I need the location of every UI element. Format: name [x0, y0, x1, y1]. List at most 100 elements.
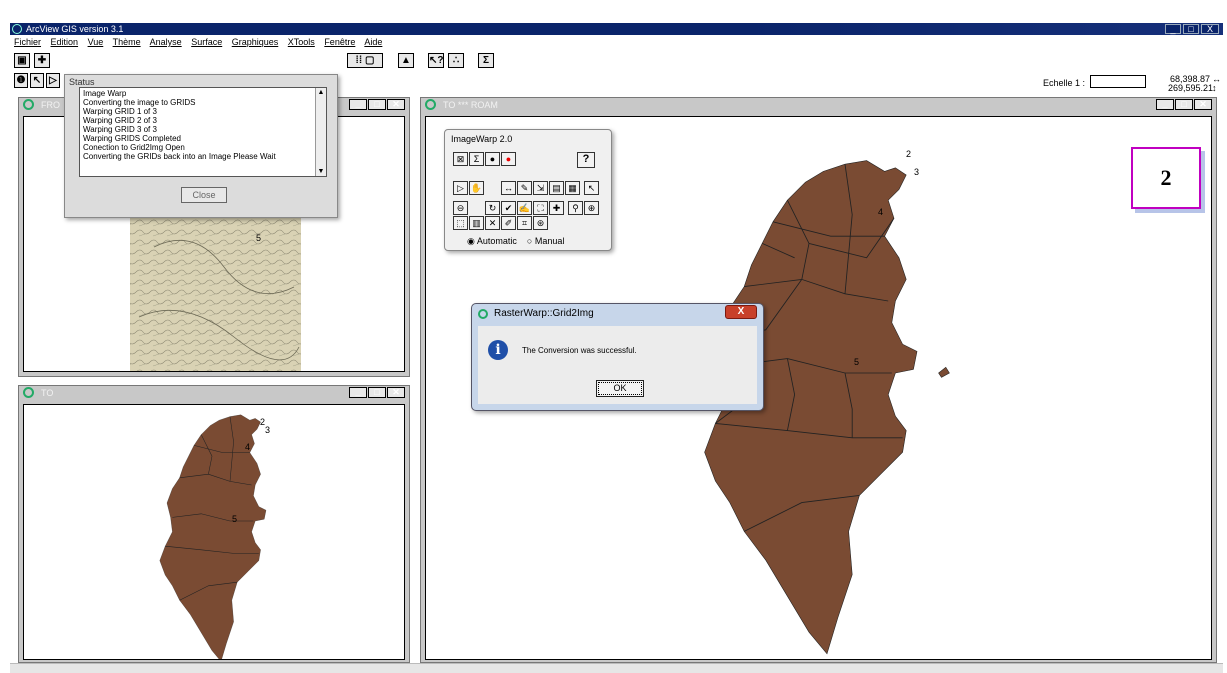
close-button[interactable]: ✕: [387, 99, 405, 110]
query-help-icon[interactable]: ↖?: [428, 53, 444, 68]
shrink-icon[interactable]: ⌗: [517, 216, 532, 230]
status-line: Image Warp: [83, 89, 127, 98]
minimize-button[interactable]: _: [349, 99, 367, 110]
status-line: Conection to Grid2Img Open: [83, 143, 185, 152]
maximize-button[interactable]: □: [368, 99, 386, 110]
menu-edition[interactable]: Edition: [51, 37, 79, 47]
menu-fichier[interactable]: Fichier: [14, 37, 41, 47]
maximize-button[interactable]: □: [1175, 99, 1193, 110]
expand-icon[interactable]: ⛶: [533, 201, 548, 215]
status-bar: [10, 663, 1223, 673]
status-log[interactable]: Image Warp Converting the image to GRIDS…: [79, 87, 327, 177]
menu-xtools[interactable]: XTools: [288, 37, 315, 47]
map-point-label-5: 5: [256, 233, 261, 243]
edit-icon[interactable]: ✍: [517, 201, 532, 215]
target-icon[interactable]: ⊛: [533, 216, 548, 230]
warp-image-icon[interactable]: ⊠: [453, 152, 468, 166]
status-scrollbar[interactable]: ▲ ▼: [315, 88, 326, 176]
check-icon[interactable]: ✔: [501, 201, 516, 215]
close-button[interactable]: X: [1201, 24, 1219, 34]
view-magnifier-icon: [23, 387, 34, 398]
app-title-bar: ArcView GIS version 3.1 _ □ X: [10, 23, 1223, 35]
close-button[interactable]: ✕: [1194, 99, 1212, 110]
minimize-button[interactable]: _: [349, 387, 367, 398]
tunisia-map: 2 3 4 5: [159, 414, 270, 662]
identify-icon[interactable]: ⚲: [568, 201, 584, 215]
save-icon[interactable]: ▣: [14, 53, 30, 68]
add-theme-icon[interactable]: ✚: [34, 53, 50, 68]
menu-fenetre[interactable]: Fenêtre: [324, 37, 355, 47]
maximize-button[interactable]: □: [1183, 24, 1199, 34]
zoom-icon[interactable]: ⊖: [453, 201, 468, 215]
message-box: RasterWarp::Grid2Img X i The Conversion …: [471, 303, 764, 411]
zoom-extent-icon[interactable]: ⁞⁞ ▢: [347, 53, 383, 68]
list-icon[interactable]: ▥: [469, 216, 484, 230]
menu-theme[interactable]: Thème: [113, 37, 141, 47]
step-badge: 2: [1131, 147, 1201, 209]
maximize-button[interactable]: □: [368, 387, 386, 398]
info-icon[interactable]: ❶: [14, 73, 28, 88]
minimize-button[interactable]: _: [1156, 99, 1174, 110]
view-magnifier-icon: [425, 99, 436, 110]
scale-input[interactable]: [1090, 75, 1146, 88]
automatic-radio[interactable]: ◉ Automatic: [467, 236, 517, 247]
coord-y: 269,595.21: [1168, 83, 1214, 93]
magnifier-icon: [478, 309, 488, 319]
imagewarp-toolbox: ImageWarp 2.0 ⊠ Σ ● ● ? ▷ ✋ ↔ ✎ ⇲ ▤ ▦ ↖⊖ ↻ ✔ ✍ ⛶ ✚ ⚲ ⊕⬚…: [444, 129, 612, 251]
close-status-button[interactable]: Close: [181, 187, 227, 203]
ok-button[interactable]: OK: [596, 380, 644, 397]
scatter-icon[interactable]: ∴: [448, 53, 464, 68]
panel-icon[interactable]: ▤: [549, 181, 564, 195]
status-line: Warping GRID 1 of 3: [83, 107, 157, 116]
manual-radio[interactable]: ○ Manual: [527, 236, 564, 247]
pan-icon[interactable]: ✋: [469, 181, 484, 195]
menu-bar: Fichier Edition Vue Thème Analyse Surfac…: [14, 36, 1214, 49]
menu-aide[interactable]: Aide: [364, 37, 382, 47]
record-icon[interactable]: ●: [501, 152, 516, 166]
view-title-bar: TO _ □ ✕: [19, 386, 409, 400]
view-map-area[interactable]: 2 3 4 5: [23, 404, 405, 662]
automatic-label: Automatic: [476, 236, 517, 246]
sum-icon[interactable]: Σ: [478, 53, 494, 68]
traffic-light-icon[interactable]: ●: [485, 152, 500, 166]
pointer-icon[interactable]: ↖: [30, 73, 44, 88]
vertex-icon[interactable]: ▷: [46, 73, 60, 88]
link-icon[interactable]: ⇲: [533, 181, 548, 195]
status-dialog: Status Image Warp Converting the image t…: [64, 74, 338, 218]
menu-surface[interactable]: Surface: [191, 37, 222, 47]
help-button[interactable]: ?: [577, 152, 595, 168]
frame-icon[interactable]: ⬚: [453, 216, 468, 230]
delete-icon[interactable]: ✕: [485, 216, 500, 230]
pencil-icon[interactable]: ✎: [517, 181, 532, 195]
message-title-bar: RasterWarp::Grid2Img X: [472, 304, 763, 324]
map-point-label-3: 3: [265, 425, 270, 435]
view-window-to: TO _ □ ✕ 2 3 4 5: [18, 385, 410, 663]
write-icon[interactable]: ✐: [501, 216, 516, 230]
grid-icon[interactable]: ▦: [565, 181, 580, 195]
map-point-label-5: 5: [232, 514, 237, 524]
view-title-bar: TO *** ROAM _ □ ✕: [421, 98, 1216, 112]
map-point-label-4: 4: [878, 207, 883, 217]
imagewarp-title: ImageWarp 2.0: [451, 134, 513, 144]
rotate-icon[interactable]: ↻: [485, 201, 500, 215]
select-icon[interactable]: ▷: [453, 181, 468, 195]
arcview-app-icon: [12, 24, 22, 34]
message-title: RasterWarp::Grid2Img: [494, 308, 594, 319]
menu-analyse[interactable]: Analyse: [150, 37, 182, 47]
layout-icon[interactable]: ▲: [398, 53, 414, 68]
minimize-button[interactable]: _: [1165, 24, 1181, 34]
move-link-icon[interactable]: ↔: [501, 181, 516, 195]
close-button[interactable]: X: [725, 305, 757, 319]
pointer-icon[interactable]: ↖: [584, 181, 600, 195]
zoom-in-icon[interactable]: ⊕: [584, 201, 600, 215]
menu-vue[interactable]: Vue: [88, 37, 104, 47]
close-button[interactable]: ✕: [387, 387, 405, 398]
view-title: FRO: [41, 100, 60, 110]
map-point-label-5: 5: [854, 357, 859, 367]
menu-graphiques[interactable]: Graphiques: [232, 37, 279, 47]
manual-label: Manual: [534, 236, 565, 246]
add-point-icon[interactable]: ✚: [549, 201, 564, 215]
status-line: Converting the GRIDs back into an Image …: [83, 152, 276, 161]
sigma-icon[interactable]: Σ: [469, 152, 484, 166]
view-magnifier-icon: [23, 99, 34, 110]
